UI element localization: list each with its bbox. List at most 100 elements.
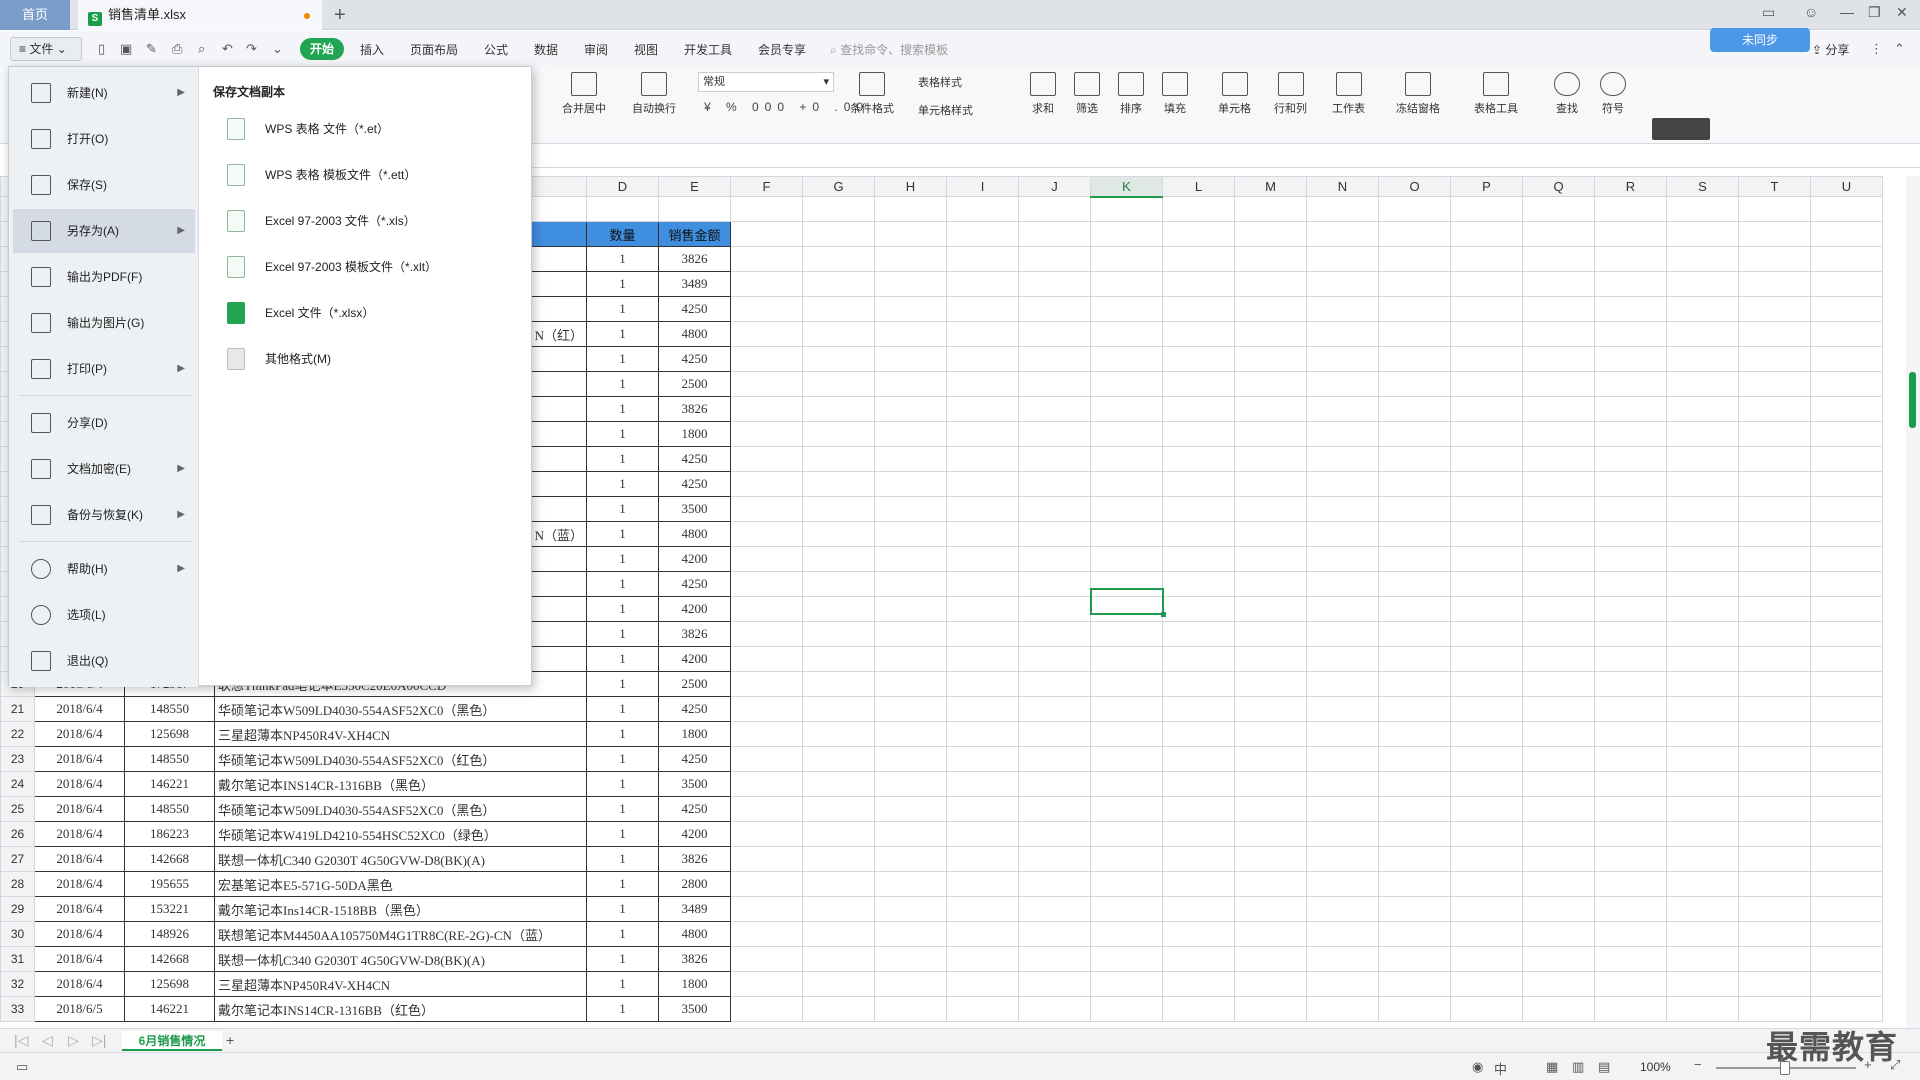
grid-cell[interactable] bbox=[1738, 771, 1811, 797]
grid-cell[interactable] bbox=[802, 771, 875, 797]
grid-cell[interactable] bbox=[1306, 721, 1379, 747]
grid-cell[interactable] bbox=[946, 971, 1019, 997]
grid-cell[interactable] bbox=[1450, 296, 1523, 322]
menu-item-open[interactable]: 打开(O) bbox=[13, 117, 195, 161]
document-tab[interactable]: S 销售清单.xlsx bbox=[78, 0, 322, 30]
grid-cell[interactable] bbox=[1594, 696, 1667, 722]
grid-cell[interactable] bbox=[802, 671, 875, 697]
grid-cell[interactable] bbox=[1522, 896, 1595, 922]
grid-cell[interactable] bbox=[1090, 321, 1163, 347]
grid-cell[interactable] bbox=[1594, 721, 1667, 747]
grid-cell[interactable] bbox=[1450, 971, 1523, 997]
grid-cell[interactable] bbox=[1090, 371, 1163, 397]
grid-cell[interactable] bbox=[1810, 246, 1883, 272]
grid-cell[interactable] bbox=[1378, 921, 1451, 947]
grid-cell[interactable] bbox=[1234, 821, 1307, 847]
grid-cell[interactable] bbox=[1738, 646, 1811, 672]
quantity-cell[interactable]: 1 bbox=[586, 471, 659, 497]
tab-data[interactable]: 数据 bbox=[534, 41, 558, 58]
grid-cell[interactable] bbox=[802, 421, 875, 447]
quantity-cell[interactable]: 1 bbox=[586, 596, 659, 622]
grid-cell[interactable] bbox=[1018, 371, 1091, 397]
grid-cell[interactable] bbox=[1522, 521, 1595, 547]
grid-cell[interactable] bbox=[1594, 621, 1667, 647]
grid-cell[interactable] bbox=[1666, 221, 1739, 247]
grid-cell[interactable] bbox=[1666, 696, 1739, 722]
grid-cell[interactable] bbox=[1162, 846, 1235, 872]
grid-cell[interactable] bbox=[1522, 196, 1595, 222]
grid-cell[interactable] bbox=[1306, 296, 1379, 322]
grid-cell[interactable] bbox=[1306, 646, 1379, 672]
quantity-cell[interactable]: 1 bbox=[586, 246, 659, 272]
grid-cell[interactable] bbox=[1090, 296, 1163, 322]
grid-cell[interactable] bbox=[1162, 796, 1235, 822]
grid-cell[interactable] bbox=[1306, 621, 1379, 647]
grid-cell[interactable] bbox=[1522, 621, 1595, 647]
grid-cell[interactable] bbox=[1090, 396, 1163, 422]
product-cell[interactable]: 联想一体机C340 G2030T 4G50GVW-D8(BK)(A) bbox=[214, 946, 587, 972]
code-cell[interactable]: 146221 bbox=[124, 771, 215, 797]
tab-formulas[interactable]: 公式 bbox=[484, 41, 508, 58]
grid-cell[interactable] bbox=[1162, 296, 1235, 322]
grid-cell[interactable] bbox=[946, 621, 1019, 647]
quantity-cell[interactable]: 1 bbox=[586, 996, 659, 1022]
grid-cell[interactable] bbox=[874, 946, 947, 972]
grid-cell[interactable] bbox=[874, 846, 947, 872]
code-cell[interactable]: 142668 bbox=[124, 846, 215, 872]
grid-cell[interactable] bbox=[1810, 846, 1883, 872]
sync-status-badge[interactable]: 未同步 bbox=[1710, 28, 1810, 52]
amount-cell[interactable]: 3826 bbox=[658, 946, 731, 972]
close-icon[interactable]: ✕ bbox=[1896, 4, 1908, 21]
grid-cell[interactable] bbox=[1306, 471, 1379, 497]
grid-cell[interactable] bbox=[1666, 646, 1739, 672]
input-method-icon[interactable]: 中 bbox=[1494, 1059, 1507, 1078]
grid-cell[interactable] bbox=[1162, 246, 1235, 272]
fill-button[interactable]: 填充 bbox=[1162, 72, 1188, 116]
row-header[interactable]: 32 bbox=[0, 971, 35, 997]
grid-cell[interactable] bbox=[1234, 796, 1307, 822]
grid-cell[interactable] bbox=[874, 871, 947, 897]
grid-cell[interactable] bbox=[802, 846, 875, 872]
product-cell[interactable]: 华硕笔记本W509LD4030-554ASF52XC0（黑色） bbox=[214, 696, 587, 722]
grid-cell[interactable] bbox=[1018, 271, 1091, 297]
grid-cell[interactable] bbox=[1810, 646, 1883, 672]
grid-cell[interactable] bbox=[1378, 421, 1451, 447]
grid-cell[interactable] bbox=[1738, 521, 1811, 547]
grid-cell[interactable] bbox=[1594, 596, 1667, 622]
grid-cell[interactable] bbox=[730, 621, 803, 647]
grid-cell[interactable] bbox=[1378, 521, 1451, 547]
row-header[interactable]: 28 bbox=[0, 871, 35, 897]
product-cell[interactable]: 戴尔笔记本INS14CR-1316BB（红色） bbox=[214, 996, 587, 1022]
macro-icon[interactable]: ▭ bbox=[16, 1059, 28, 1075]
grid-cell[interactable] bbox=[1522, 696, 1595, 722]
grid-cell[interactable] bbox=[1018, 496, 1091, 522]
grid-cell[interactable] bbox=[1594, 246, 1667, 272]
grid-cell[interactable] bbox=[1090, 271, 1163, 297]
grid-cell[interactable] bbox=[1234, 346, 1307, 372]
grid-cell[interactable] bbox=[1522, 821, 1595, 847]
code-cell[interactable]: 125698 bbox=[124, 721, 215, 747]
grid-cell[interactable] bbox=[1234, 971, 1307, 997]
grid-cell[interactable] bbox=[1810, 596, 1883, 622]
grid-cell[interactable] bbox=[1738, 821, 1811, 847]
grid-cell[interactable] bbox=[1306, 196, 1379, 222]
grid-cell[interactable] bbox=[586, 196, 659, 222]
quantity-cell[interactable]: 1 bbox=[586, 546, 659, 572]
grid-cell[interactable] bbox=[1090, 971, 1163, 997]
number-format-select[interactable]: 常规 ▾ bbox=[698, 72, 834, 92]
grid-cell[interactable] bbox=[1450, 821, 1523, 847]
quantity-cell[interactable]: 1 bbox=[586, 821, 659, 847]
quantity-cell[interactable]: 1 bbox=[586, 521, 659, 547]
tab-start[interactable]: 开始 bbox=[300, 38, 344, 60]
grid-cell[interactable] bbox=[946, 646, 1019, 672]
row-header[interactable]: 25 bbox=[0, 796, 35, 822]
quantity-cell[interactable]: 1 bbox=[586, 971, 659, 997]
grid-cell[interactable] bbox=[1090, 946, 1163, 972]
grid-cell[interactable] bbox=[1306, 796, 1379, 822]
grid-cell[interactable] bbox=[1018, 621, 1091, 647]
row-header[interactable]: 22 bbox=[0, 721, 35, 747]
grid-cell[interactable] bbox=[1522, 721, 1595, 747]
grid-cell[interactable] bbox=[730, 846, 803, 872]
grid-cell[interactable] bbox=[1522, 371, 1595, 397]
grid-cell[interactable] bbox=[1162, 671, 1235, 697]
